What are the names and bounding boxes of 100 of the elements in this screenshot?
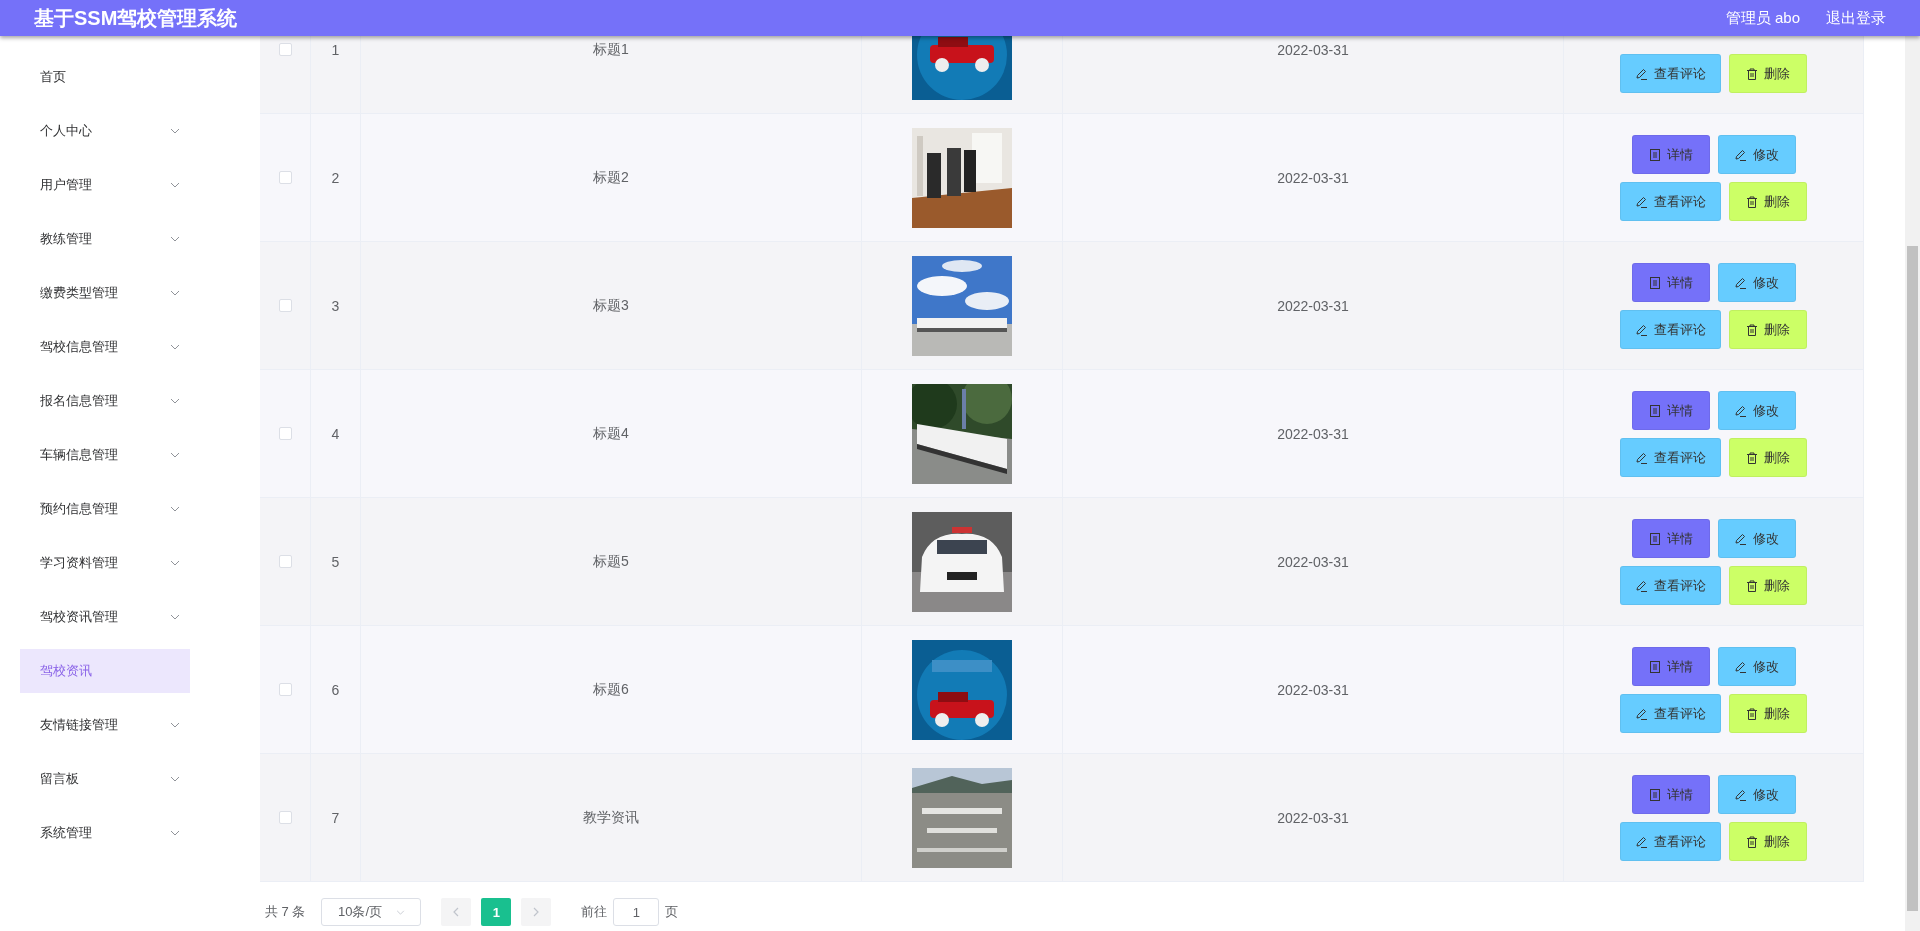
trash-icon [1746,67,1758,80]
menu-item[interactable]: 预约信息管理 [20,482,190,536]
page-suffix: 页 [665,903,679,921]
edit-icon [1635,707,1648,720]
comments-button[interactable]: 查看评论 [1620,54,1721,93]
edit-icon [1635,835,1648,848]
trash-icon [1746,323,1758,336]
chevron-down-icon [170,398,180,404]
page-size-select[interactable]: 10条/页 [321,898,422,926]
row-index: 3 [331,297,340,314]
trash-icon [1746,195,1758,208]
comments-button[interactable]: 查看评论 [1620,566,1721,605]
edit-button[interactable]: 修改 [1717,775,1796,814]
chevron-right-icon [533,907,540,917]
edit-icon [1734,660,1747,673]
trash-icon [1746,579,1758,592]
menu-item[interactable]: 缴费类型管理 [20,266,190,320]
date-cell: 2022-03-31 [1277,41,1349,58]
edit-button[interactable]: 修改 [1717,647,1796,686]
delete-button[interactable]: 删除 [1729,694,1807,733]
chevron-down-icon [170,182,180,188]
menu-item[interactable]: 驾校资讯管理 [20,590,190,644]
chevron-down-icon [170,776,180,782]
edit-button[interactable]: 修改 [1717,263,1796,302]
title-cell: 标题2 [593,168,629,187]
menu-item[interactable]: 用户管理 [20,158,190,212]
comments-button[interactable]: 查看评论 [1620,182,1721,221]
menu-item[interactable]: 学习资料管理 [20,536,190,590]
date-cell: 2022-03-31 [1277,681,1349,698]
menu-item[interactable]: 车辆信息管理 [20,428,190,482]
delete-button[interactable]: 删除 [1729,566,1807,605]
row-index: 6 [331,681,340,698]
date-cell: 2022-03-31 [1277,553,1349,570]
chevron-down-icon [170,236,180,242]
total-count: 共 7 条 [265,903,306,921]
document-icon [1648,276,1661,289]
row-checkbox[interactable] [278,171,292,184]
menu-item[interactable]: 留言板 [20,752,190,806]
edit-button[interactable]: 修改 [1717,519,1796,558]
goto-label: 前往 [581,903,608,921]
row-checkbox[interactable] [278,427,292,440]
next-page-button[interactable] [521,898,552,926]
comments-button[interactable]: 查看评论 [1620,438,1721,477]
delete-button[interactable]: 删除 [1729,310,1807,349]
edit-button[interactable]: 修改 [1717,135,1796,174]
edit-icon [1734,148,1747,161]
menu-item[interactable]: 首页 [20,50,190,104]
delete-button[interactable]: 删除 [1729,822,1807,861]
edit-icon [1734,404,1747,417]
chevron-down-icon [170,452,180,458]
page-input[interactable]: 1 [613,898,660,926]
chevron-left-icon [453,907,460,917]
edit-button[interactable]: 修改 [1717,391,1796,430]
chevron-down-icon [170,830,180,836]
document-icon [1648,532,1661,545]
logout-link[interactable]: 退出登录 [1826,8,1886,28]
row-index: 4 [331,425,340,442]
delete-button[interactable]: 删除 [1729,438,1807,477]
menu-item[interactable]: 报名信息管理 [20,374,190,428]
app-title: 基于SSM驾校管理系统 [34,5,238,31]
previous-page-button[interactable] [441,898,472,926]
edit-icon [1734,788,1747,801]
menu-item[interactable]: 系统管理 [20,806,190,860]
menu-item[interactable]: 驾校信息管理 [20,320,190,374]
chevron-down-icon [170,614,180,620]
comments-button[interactable]: 查看评论 [1620,694,1721,733]
menu-item[interactable]: 教练管理 [20,212,190,266]
title-cell: 标题3 [593,296,629,315]
row-checkbox[interactable] [278,43,292,56]
document-icon [1648,788,1661,801]
row-checkbox[interactable] [278,683,292,696]
scrollbar[interactable] [1905,36,1920,931]
row-checkbox[interactable] [278,555,292,568]
row-index: 1 [331,41,340,58]
date-cell: 2022-03-31 [1277,169,1349,186]
row-checkbox[interactable] [278,299,292,312]
delete-button[interactable]: 删除 [1729,182,1807,221]
title-cell: 标题4 [593,424,629,443]
delete-button[interactable]: 删除 [1729,54,1807,93]
comments-button[interactable]: 查看评论 [1620,822,1721,861]
chevron-down-icon [170,560,180,566]
menu-item[interactable]: 友情链接管理 [20,698,190,752]
date-cell: 2022-03-31 [1277,297,1349,314]
date-cell: 2022-03-31 [1277,809,1349,826]
row-index: 5 [331,553,340,570]
document-icon [1648,404,1661,417]
comments-button[interactable]: 查看评论 [1620,310,1721,349]
menu-item[interactable]: 个人中心 [20,104,190,158]
row-checkbox[interactable] [278,811,292,824]
document-icon [1648,148,1661,161]
title-cell: 标题1 [593,40,629,59]
user-label: 管理员 abo [1725,8,1800,28]
chevron-down-icon [170,128,180,134]
trash-icon [1746,835,1758,848]
menu-item[interactable]: 驾校资讯 [20,649,190,693]
trash-icon [1746,451,1758,464]
chevron-down-icon [170,290,180,296]
row-index: 7 [331,809,340,826]
chevron-down-icon [170,722,180,728]
chevron-down-icon [396,909,405,915]
